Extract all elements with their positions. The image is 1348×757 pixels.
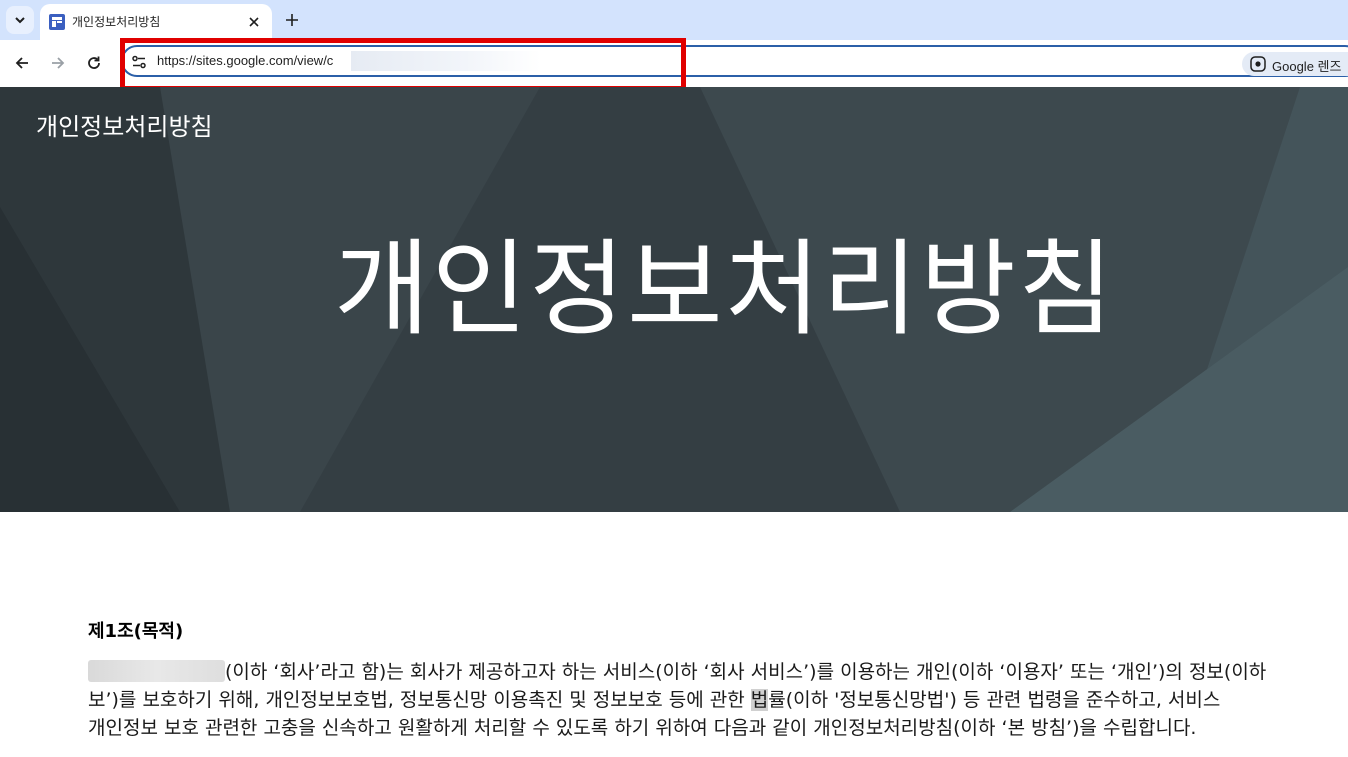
site-name[interactable]: 개인정보처리방침: [36, 107, 213, 142]
redacted-url-segment: [351, 51, 541, 71]
header-banner: 개인정보처리방침 개인정보처리방침: [0, 87, 1348, 512]
lens-icon: [1250, 56, 1266, 72]
close-icon: [249, 17, 259, 27]
paragraph-text: (이하 ‘회사’라고 함)는 회사가 제공하고자 하는 서비스(이하 ‘회사 서…: [225, 661, 1267, 683]
site-info-icon[interactable]: [131, 54, 147, 70]
plus-icon: [286, 14, 298, 26]
back-arrow-icon: [15, 57, 28, 69]
site-favicon: [49, 14, 65, 30]
address-bar[interactable]: https://sites.google.com/view/c: [121, 45, 1348, 77]
google-lens-button[interactable]: Google 렌즈: [1242, 52, 1348, 76]
paragraph-line: (이하 ‘회사’라고 함)는 회사가 제공하고자 하는 서비스(이하 ‘회사 서…: [88, 658, 1348, 686]
reload-icon: [88, 56, 100, 69]
reload-button[interactable]: [82, 51, 106, 75]
tab-search-button[interactable]: [6, 6, 34, 34]
new-tab-button[interactable]: [280, 8, 304, 32]
paragraph-text: 개인정보 보호 관련한 고충을 신속하고 원활하게 처리할 수 있도록 하기 위…: [88, 717, 1197, 739]
paragraph-line: 보’)를 보호하기 위해, 개인정보보호법, 정보통신망 이용촉진 및 정보보호…: [88, 686, 1348, 714]
back-button[interactable]: [10, 51, 34, 75]
text-selection: 법: [750, 689, 769, 711]
page-title: 개인정보처리방침: [334, 228, 1116, 350]
chevron-down-icon: [15, 17, 25, 24]
paragraph-text: 률(이하 '정보통신망법') 등 관련 법령을 준수하고, 서비스: [768, 689, 1221, 711]
forward-button[interactable]: [46, 51, 70, 75]
tab-close-button[interactable]: [244, 12, 264, 32]
tab-strip: 개인정보처리방침: [0, 0, 1348, 40]
tab-title: 개인정보처리방침: [72, 15, 161, 29]
url-text: https://sites.google.com/view/c: [157, 53, 334, 68]
article-paragraph: (이하 ‘회사’라고 함)는 회사가 제공하고자 하는 서비스(이하 ‘회사 서…: [88, 658, 1348, 742]
paragraph-text: 보’)를 보호하기 위해, 개인정보보호법, 정보통신망 이용촉진 및 정보보호…: [88, 689, 751, 711]
redacted-company-name: [88, 660, 225, 682]
article-heading: 제1조(목적): [88, 621, 184, 642]
lens-label: Google 렌즈: [1272, 59, 1342, 74]
article-content: 제1조(목적) (이하 ‘회사’라고 함)는 회사가 제공하고자 하는 서비스(…: [88, 620, 1348, 739]
forward-arrow-icon: [52, 57, 65, 69]
paragraph-line: 개인정보 보호 관련한 고충을 신속하고 원활하게 처리할 수 있도록 하기 위…: [88, 714, 1348, 742]
browser-tab[interactable]: 개인정보처리방침: [40, 4, 272, 40]
browser-toolbar: https://sites.google.com/view/c Google 렌…: [0, 40, 1348, 87]
